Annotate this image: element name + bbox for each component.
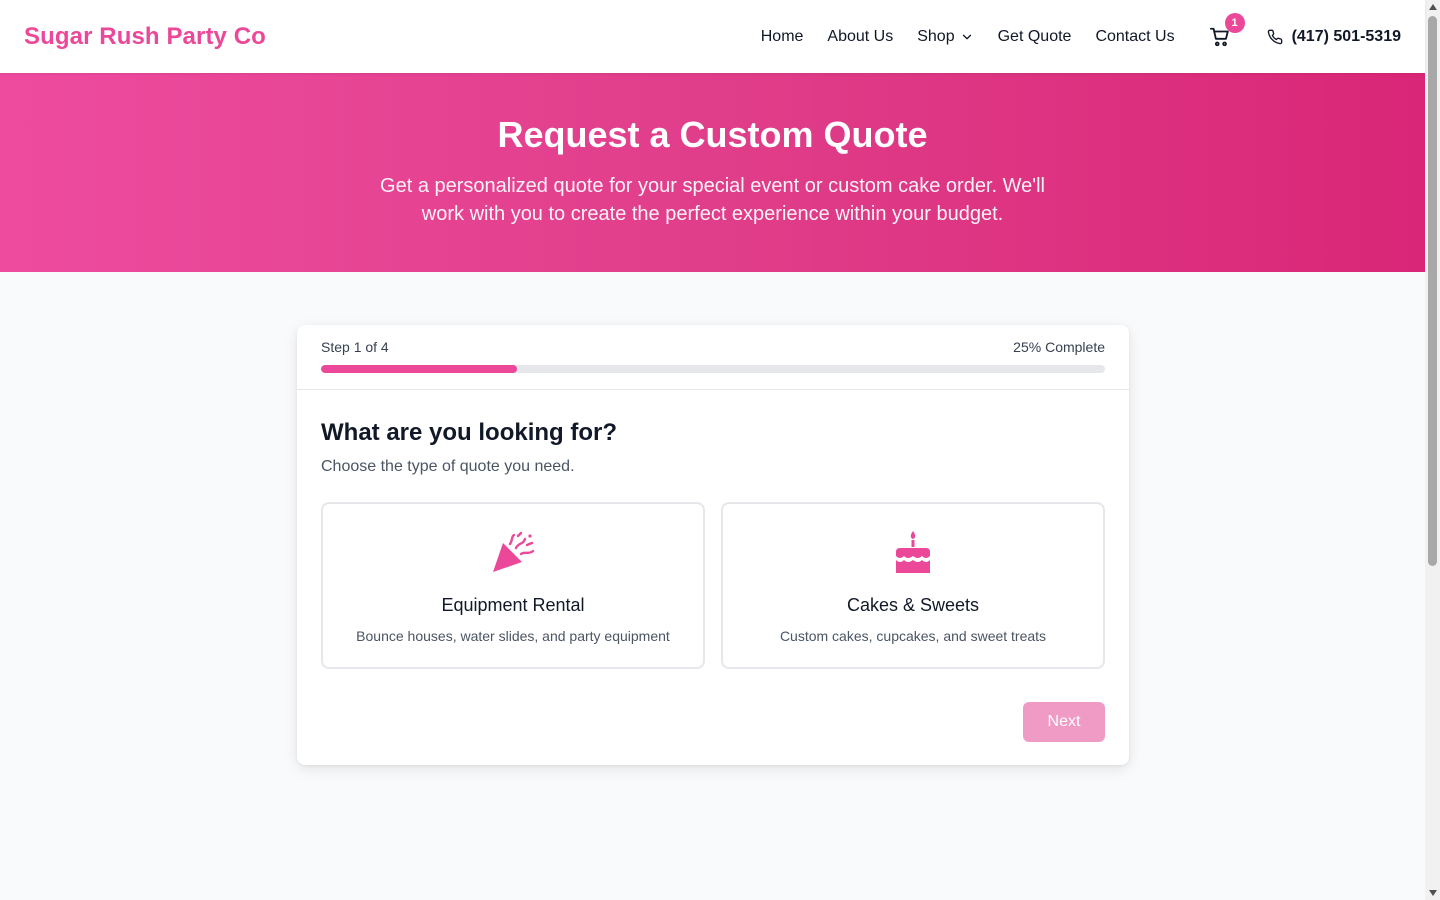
quote-form-card: Step 1 of 4 25% Complete What are you lo… [297,325,1129,765]
cart-button[interactable]: 1 [1209,12,1245,48]
progress-bar [321,365,1105,373]
phone-number: (417) 501-5319 [1291,27,1401,45]
birthday-cake-icon [723,530,1103,574]
nav-home-label: Home [760,27,804,45]
nav-contact-label: Contact Us [1095,27,1175,45]
nav-home[interactable]: Home [761,28,804,46]
hero-title: Request a Custom Quote [497,114,928,155]
chevron-down-icon [960,30,974,44]
progress-bar-fill [321,365,517,373]
step-heading: What are you looking for? [321,419,618,446]
main-nav: Home About Us Shop Get Quote Contact Us … [761,12,1401,48]
form-step-body: What are you looking for? Choose the typ… [297,390,1129,766]
scrollbar-thumb[interactable] [1428,16,1437,566]
nav-get-quote[interactable]: Get Quote [998,28,1072,46]
quote-type-options: Equipment Rental Bounce houses, water sl… [321,502,1105,669]
next-button[interactable]: Next [1023,702,1105,742]
hero-subtitle: Get a personalized quote for your specia… [380,175,1045,225]
step-subheading: Choose the type of quote you need. [321,458,575,475]
hero-banner: Request a Custom Quote Get a personalize… [0,73,1425,272]
nav-get-quote-label: Get Quote [997,27,1072,45]
phone-link[interactable]: (417) 501-5319 [1267,28,1401,46]
party-popper-icon [323,530,703,574]
percent-complete-label: 25% Complete [1013,339,1105,355]
phone-icon [1267,29,1282,44]
form-actions: Next [321,702,1105,742]
page: Sugar Rush Party Co Home About Us Shop G… [0,0,1425,900]
nav-contact[interactable]: Contact Us [1095,28,1174,46]
nav-shop[interactable]: Shop [917,28,973,46]
option-title: Cakes & Sweets [846,595,980,615]
progress-section: Step 1 of 4 25% Complete [297,325,1129,390]
option-equipment-rental[interactable]: Equipment Rental Bounce houses, water sl… [321,502,705,669]
page-scrollbar[interactable] [1425,0,1440,900]
brand-logo[interactable]: Sugar Rush Party Co [24,23,266,51]
step-label: Step 1 of 4 [321,339,389,355]
option-description: Bounce houses, water slides, and party e… [356,628,670,644]
cart-count-badge: 1 [1224,12,1245,33]
option-title: Equipment Rental [441,595,585,615]
option-description: Custom cakes, cupcakes, and sweet treats [779,628,1047,644]
nav-about-label: About Us [827,27,894,45]
nav-shop-label: Shop [917,27,955,45]
option-cakes-sweets[interactable]: Cakes & Sweets Custom cakes, cupcakes, a… [721,502,1105,669]
site-header: Sugar Rush Party Co Home About Us Shop G… [0,0,1425,73]
nav-about[interactable]: About Us [827,28,893,46]
scroll-down-arrow-icon[interactable] [1425,886,1440,900]
progress-labels: Step 1 of 4 25% Complete [321,339,1105,355]
scroll-up-arrow-icon[interactable] [1425,0,1440,14]
